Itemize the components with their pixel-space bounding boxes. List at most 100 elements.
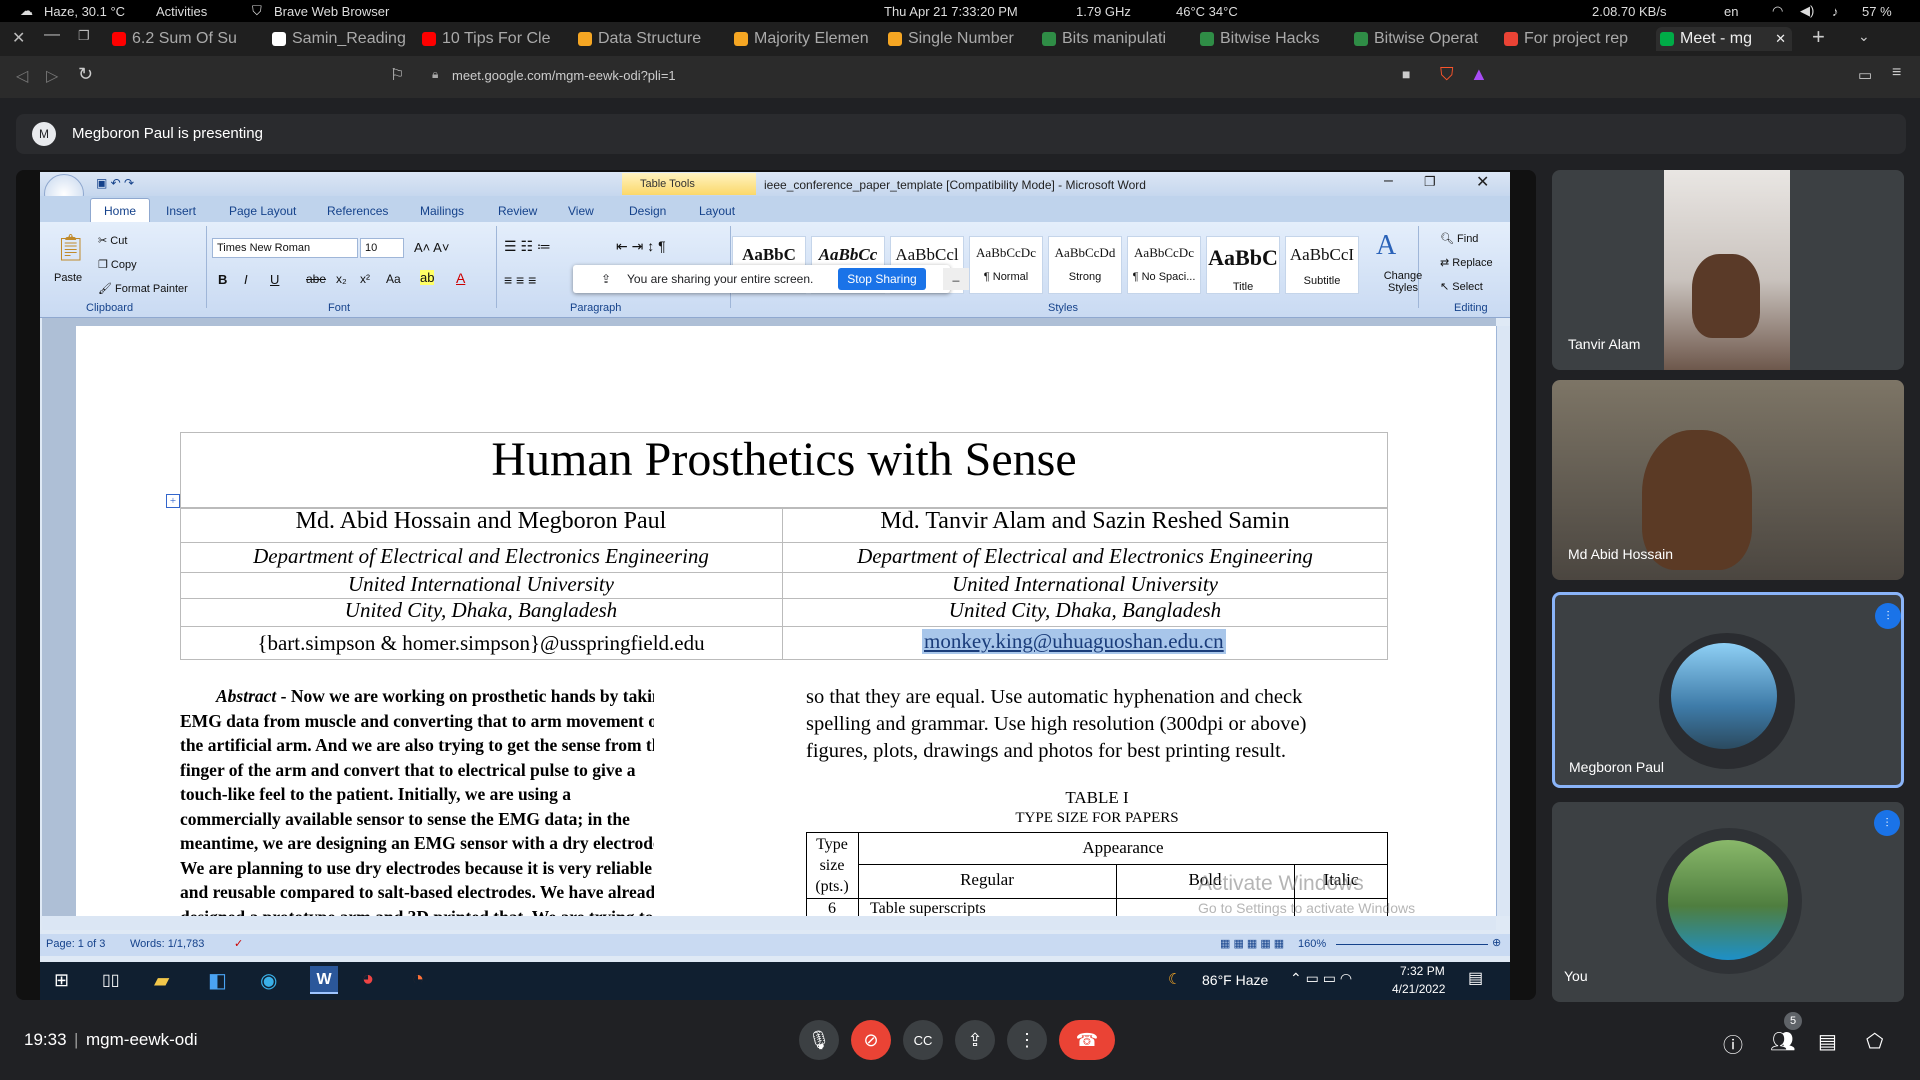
change-styles-icon[interactable]: A	[1376, 230, 1396, 262]
proofing-icon[interactable]: ✓	[234, 937, 243, 950]
firefox-icon[interactable]: ◔	[412, 968, 424, 991]
format-painter-button[interactable]: 🖌︎ Format Painter	[98, 282, 188, 295]
font-name-select[interactable]: Times New Roman	[212, 238, 358, 258]
os-locale[interactable]: en	[1724, 4, 1738, 19]
cut-button[interactable]: ✂ Cut	[98, 234, 127, 247]
edge-icon[interactable]: ◉	[260, 968, 277, 993]
subscript-button[interactable]: x₂	[336, 272, 347, 286]
browser-tab[interactable]: Meet - mg ✕	[1656, 27, 1792, 51]
chat-icon[interactable]: ▤	[1818, 1029, 1837, 1054]
leave-call-button[interactable]: ☎	[1059, 1020, 1115, 1060]
quick-access-save-icon[interactable]: ▣ ↶ ↷	[96, 176, 134, 190]
indent-icons[interactable]: ⇤ ⇥ ↕ ¶	[616, 238, 666, 255]
browser-tab[interactable]: Majority Elemen	[730, 27, 878, 51]
strikethrough-button[interactable]: abe	[306, 272, 326, 286]
italic-button[interactable]: I	[244, 272, 248, 287]
style-gallery-item[interactable]: AaBbCcDc ¶ Normal	[969, 236, 1043, 294]
participant-tile-abid[interactable]: Md Abid Hossain	[1552, 380, 1904, 580]
word-minimize-icon[interactable]: –	[1384, 172, 1393, 190]
os-activities[interactable]: Activities	[156, 4, 207, 19]
browser-tab[interactable]: Single Number	[884, 27, 1032, 51]
microphone-button[interactable]: 🎙︎	[799, 1020, 839, 1060]
wallet-icon[interactable]: ▭	[1858, 66, 1872, 84]
bold-button[interactable]: B	[218, 272, 227, 287]
stop-sharing-button[interactable]: Stop Sharing	[838, 268, 926, 290]
participant-tile-tanvir[interactable]: Tanvir Alam	[1552, 170, 1904, 370]
taskbar-weather[interactable]: 86°F Haze	[1202, 972, 1268, 988]
url-field[interactable]: meet.google.com/mgm-eewk-odi?pli=1	[452, 68, 676, 83]
bullets-icon[interactable]: ☰ ☷ ≔	[504, 238, 551, 255]
forward-icon[interactable]: ▷	[46, 66, 58, 86]
word-taskbar-icon[interactable]: W	[310, 966, 338, 994]
taskbar-date[interactable]: 4/21/2022	[1392, 982, 1445, 996]
present-button[interactable]: ⇪	[955, 1020, 995, 1060]
windows-start-icon[interactable]: ⊞	[54, 970, 69, 991]
zoom-in-icon[interactable]: ⊕	[1492, 936, 1501, 949]
highlight-icon[interactable]: ab	[420, 270, 435, 285]
word-close-icon[interactable]: ✕	[1476, 172, 1489, 192]
taskbar-time[interactable]: 7:32 PM	[1400, 964, 1445, 978]
align-icons[interactable]: ≡ ≡ ≡	[504, 272, 536, 288]
meeting-info-icon[interactable]: ⓘ	[1723, 1029, 1743, 1058]
hide-share-notice-button[interactable]: _	[943, 268, 969, 290]
browser-tab[interactable]: Samin_Reading	[268, 27, 410, 51]
browser-tab[interactable]: 6.2 Sum Of Su	[108, 27, 256, 51]
mic-status-icon[interactable]: ♪	[1832, 4, 1839, 19]
brave-rewards-icon[interactable]: ▲	[1470, 64, 1488, 85]
change-case-button[interactable]: Aa	[386, 272, 401, 286]
bookmark-icon[interactable]: ⚐	[390, 65, 404, 85]
page-count[interactable]: Page: 1 of 3	[46, 938, 105, 950]
people-icon[interactable]: 👥︎	[1770, 1029, 1795, 1054]
document-page[interactable]: + Human Prosthetics with Sense Md. Abid …	[76, 326, 1496, 916]
ribbon-tab-home[interactable]: Home	[104, 204, 136, 218]
minimize-icon[interactable]: —	[44, 26, 60, 44]
close-window-icon[interactable]: ✕	[12, 28, 25, 48]
browser-tab[interactable]: Bitwise Operat	[1350, 27, 1500, 51]
zoom-level[interactable]: 160%	[1298, 938, 1326, 950]
new-tab-icon[interactable]: +	[1812, 24, 1825, 50]
ribbon-tab-review[interactable]: Review	[498, 204, 537, 218]
style-gallery-item[interactable]: AaBbCcDd Strong	[1048, 236, 1122, 294]
font-color-icon[interactable]: A	[456, 270, 465, 286]
browser-tab[interactable]: Bits manipulati	[1038, 27, 1188, 51]
copy-button[interactable]: ❐ Copy	[98, 258, 137, 271]
replace-button[interactable]: ⇄ Replace	[1440, 256, 1493, 269]
paste-icon[interactable]: 📋︎	[54, 232, 87, 263]
ribbon-tab-design[interactable]: Design	[629, 204, 666, 218]
more-options-button[interactable]: ⋮	[1007, 1020, 1047, 1060]
superscript-button[interactable]: x²	[360, 272, 370, 286]
lock-icon[interactable]: 🔒︎	[432, 67, 438, 82]
tab-list-icon[interactable]: ⌄	[1858, 28, 1870, 45]
browser-tab[interactable]: 10 Tips For Cle	[418, 27, 568, 51]
wifi-icon[interactable]: ◠	[1772, 3, 1783, 19]
word-restore-icon[interactable]: ❐	[1424, 174, 1436, 190]
tray-icons[interactable]: ⌃ ▭ ▭ ◠	[1290, 970, 1352, 987]
brave-shield-icon[interactable]: ⛉	[1440, 64, 1454, 85]
camera-off-button[interactable]: ⊘	[851, 1020, 891, 1060]
captions-button[interactable]: CC	[903, 1020, 943, 1060]
meeting-code[interactable]: mgm-eewk-odi	[86, 1030, 197, 1050]
restore-icon[interactable]: ❐	[78, 28, 90, 44]
change-styles-button[interactable]: Change Styles	[1378, 270, 1428, 294]
chrome-icon[interactable]: ◕	[362, 968, 374, 991]
reload-icon[interactable]: ↻	[78, 64, 93, 85]
select-button[interactable]: ↖ Select	[1440, 280, 1483, 293]
close-tab-icon[interactable]: ✕	[1775, 31, 1792, 47]
browser-tab[interactable]: For project rep	[1500, 27, 1650, 51]
style-gallery-item[interactable]: AaBbC Title	[1206, 236, 1280, 294]
underline-button[interactable]: U	[270, 272, 279, 287]
file-explorer-icon[interactable]: ▰	[154, 968, 169, 993]
email-right-selected[interactable]: monkey.king@uhuaguoshan.edu.cn	[922, 629, 1226, 654]
activities-icon[interactable]: ⬠	[1866, 1029, 1883, 1054]
browser-tab[interactable]: Bitwise Hacks	[1196, 27, 1340, 51]
ribbon-tab-layout[interactable]: Layout	[699, 204, 735, 218]
notifications-icon[interactable]: ▤	[1468, 968, 1483, 988]
menu-icon[interactable]: ≡	[1892, 64, 1901, 82]
find-button[interactable]: 🔍︎ Find	[1440, 232, 1478, 245]
paste-button[interactable]: Paste	[54, 272, 82, 284]
ribbon-tab-page-layout[interactable]: Page Layout	[229, 204, 296, 218]
ribbon-tab-mailings[interactable]: Mailings	[420, 204, 464, 218]
os-clock[interactable]: Thu Apr 21 7:33:20 PM	[884, 4, 1018, 19]
word-count[interactable]: Words: 1/1,783	[130, 938, 204, 950]
style-gallery-item[interactable]: AaBbCcI Subtitle	[1285, 236, 1359, 294]
